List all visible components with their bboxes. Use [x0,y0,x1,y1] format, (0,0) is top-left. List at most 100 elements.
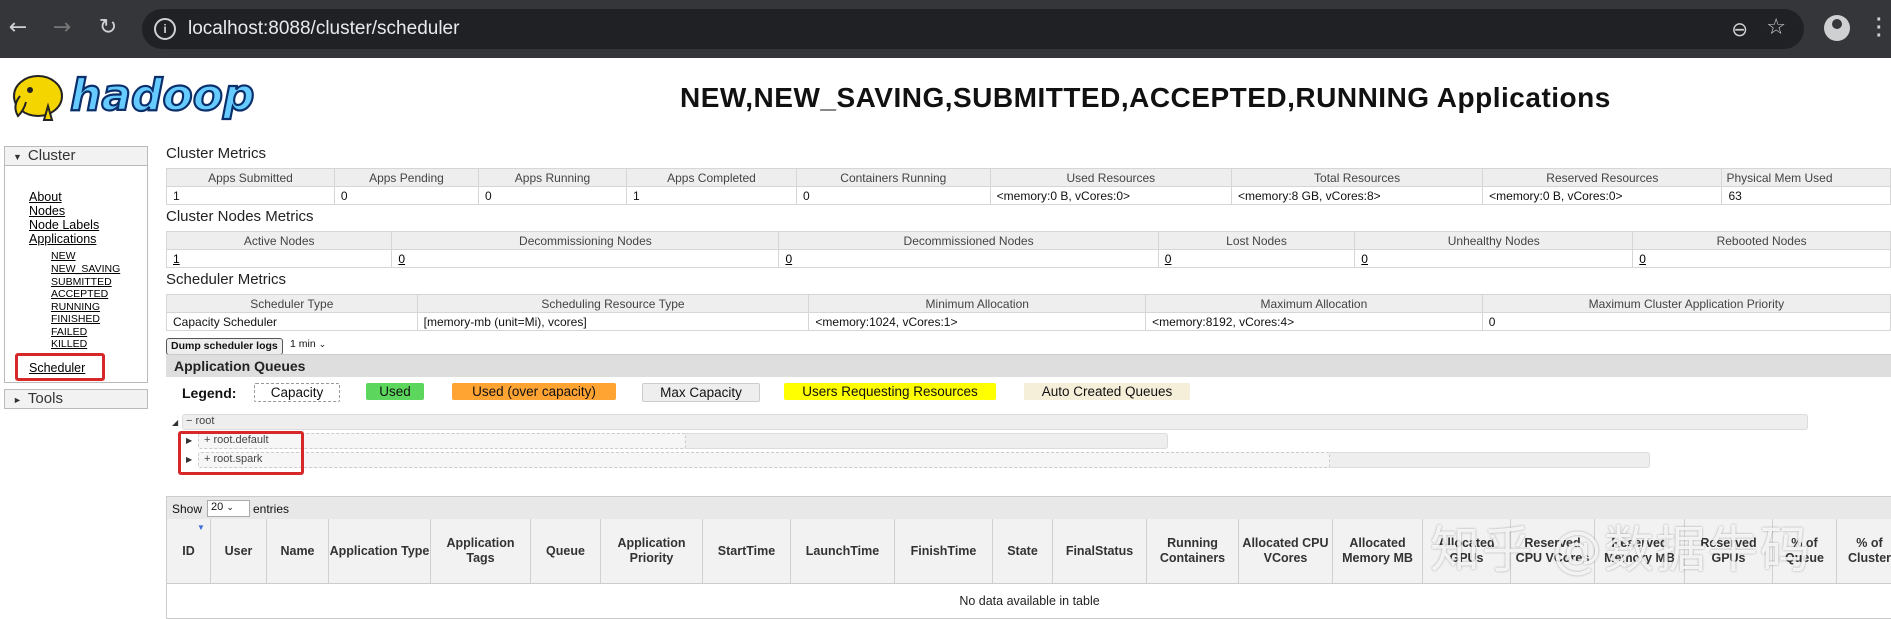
col-header: Active Nodes [165,231,393,250]
col-header: Decommissioned Nodes [778,231,1159,250]
bookmark-star-icon[interactable]: ☆ [1766,15,1786,40]
col-header: Minimum Allocation [808,294,1147,313]
queue-highlight-box [178,431,304,475]
col-header[interactable]: FinishTime [895,519,993,583]
node-labels-link[interactable]: Node Labels [29,218,99,232]
queue-root-bar[interactable] [182,414,1808,430]
queue-spark-capacity [198,452,1330,468]
url-text[interactable]: localhost:8088/cluster/scheduler [188,18,459,40]
col-header[interactable]: StartTime [703,519,791,583]
tools-label: Tools [27,390,63,407]
dump-interval-select[interactable]: 1 min ⌄ [290,338,326,350]
col-header[interactable]: User [211,519,267,583]
col-header: Apps Completed [626,168,797,187]
page-size-value: 20 [211,501,224,513]
collapse-triangle-icon: ▼ [13,152,22,162]
watermark: 知乎 @数据牛码 [1430,521,1812,579]
highlight-box [15,353,105,381]
metric-value: 0 [795,186,991,205]
metric-value: 63 [1721,186,1891,205]
unhealthy-nodes-link[interactable]: 0 [1361,252,1368,266]
dump-interval-value: 1 min [290,338,316,350]
col-header[interactable]: Allocated Memory MB [1333,519,1423,583]
legend-used: Used [366,383,424,400]
address-bar[interactable]: i localhost:8088/cluster/scheduler ⊖ ☆ [142,9,1804,49]
app-state-running[interactable]: RUNNING [51,301,100,313]
col-header[interactable]: Running Containers [1147,519,1239,583]
tools-section-header[interactable]: ► Tools [4,389,148,409]
app-state-failed[interactable]: FAILED [51,326,87,338]
app-state-new-saving[interactable]: NEW_SAVING [51,263,120,275]
col-header[interactable]: FinalStatus [1053,519,1147,583]
legend-max-capacity: Max Capacity [642,383,760,402]
app-state-accepted[interactable]: ACCEPTED [51,288,108,300]
cluster-metrics-title: Cluster Metrics [166,145,267,162]
empty-table-message: No data available in table [167,583,1891,618]
metric-value: <memory:0 B, vCores:0> [989,186,1232,205]
zoom-icon[interactable]: ⊖ [1731,17,1748,41]
col-header[interactable]: Allocated CPU VCores [1239,519,1333,583]
decommissioned-nodes-link[interactable]: 0 [785,252,792,266]
entries-label: entries [253,502,290,516]
metric-value: 0 [333,186,479,205]
col-header[interactable]: Name [267,519,329,583]
back-icon[interactable]: ← [4,14,32,42]
cluster-section-header[interactable]: ▼ Cluster [4,146,148,166]
scheduler-metrics-table: Scheduler Type Scheduling Resource Type … [166,294,1891,331]
col-header: Scheduler Type [166,294,418,313]
col-header[interactable]: State [993,519,1053,583]
col-header[interactable]: % of Cluster [1837,519,1891,583]
app-state-new[interactable]: NEW [51,250,76,262]
applications-link[interactable]: Applications [29,232,96,246]
col-header[interactable]: LaunchTime [791,519,895,583]
sort-desc-icon[interactable]: ▼ [197,523,205,532]
expanded-triangle-icon[interactable]: ◢ [172,418,178,427]
forward-icon[interactable]: → [48,14,76,42]
col-header: Apps Running [477,168,628,187]
chevron-down-icon: ⌄ [226,502,234,512]
browser-toolbar: ← → ↻ i localhost:8088/cluster/scheduler… [0,0,1891,58]
active-nodes-link[interactable]: 1 [173,252,180,266]
cluster-links: About Nodes Node Labels Applications NEW… [4,166,148,383]
col-header[interactable]: Application Priority [601,519,703,583]
metric-value: 0 [477,186,628,205]
metric-value: 1 [626,186,797,205]
metric-value: <memory:0 B, vCores:0> [1482,186,1723,205]
metric-value: 1 [166,186,335,205]
app-state-killed[interactable]: KILLED [51,338,87,350]
dump-scheduler-logs-button[interactable]: Dump scheduler logs [166,338,283,355]
legend-auto-created: Auto Created Queues [1024,383,1190,400]
sidebar: ▼ Cluster About Nodes Node Labels Applica… [4,146,148,409]
app-state-finished[interactable]: FINISHED [51,313,100,325]
site-info-icon[interactable]: i [154,18,176,40]
decommissioning-nodes-link[interactable]: 0 [398,252,405,266]
col-header[interactable]: Application Tags [431,519,531,583]
col-header[interactable]: Queue [531,519,601,583]
queue-root-label[interactable]: − root [186,415,214,427]
expand-triangle-icon: ► [13,395,22,405]
page-size-select[interactable]: 20 ⌄ [207,500,250,517]
legend-label: Legend: [182,385,237,401]
about-link[interactable]: About [29,190,62,204]
nodes-metrics-title: Cluster Nodes Metrics [166,208,314,225]
rebooted-nodes-link[interactable]: 0 [1639,252,1646,266]
nodes-link[interactable]: Nodes [29,204,65,218]
metric-value: <memory:1024, vCores:1> [808,312,1147,331]
lost-nodes-link[interactable]: 0 [1165,252,1172,266]
app-state-submitted[interactable]: SUBMITTED [51,276,112,288]
profile-avatar-icon[interactable] [1824,15,1850,41]
col-header: Reserved Resources [1482,168,1723,187]
legend-used-over-capacity: Used (over capacity) [452,383,616,400]
metric-value: [memory-mb (unit=Mi), vcores] [416,312,810,331]
legend-capacity: Capacity [254,383,340,402]
col-header[interactable]: Application Type [329,519,431,583]
hadoop-logo: hadoop [8,66,256,128]
chevron-down-icon: ⌄ [318,339,327,349]
nodes-metrics-table: Active Nodes Decommissioning Nodes Decom… [165,231,1891,268]
menu-kebab-icon[interactable]: · · · [1876,10,1883,46]
page-title: NEW,NEW_SAVING,SUBMITTED,ACCEPTED,RUNNIN… [680,82,1611,113]
metric-value: Capacity Scheduler [166,312,418,331]
reload-icon[interactable]: ↻ [94,14,122,42]
col-header: Physical Mem Used [1721,168,1891,187]
metric-value: <memory:8192, vCores:4> [1145,312,1483,331]
